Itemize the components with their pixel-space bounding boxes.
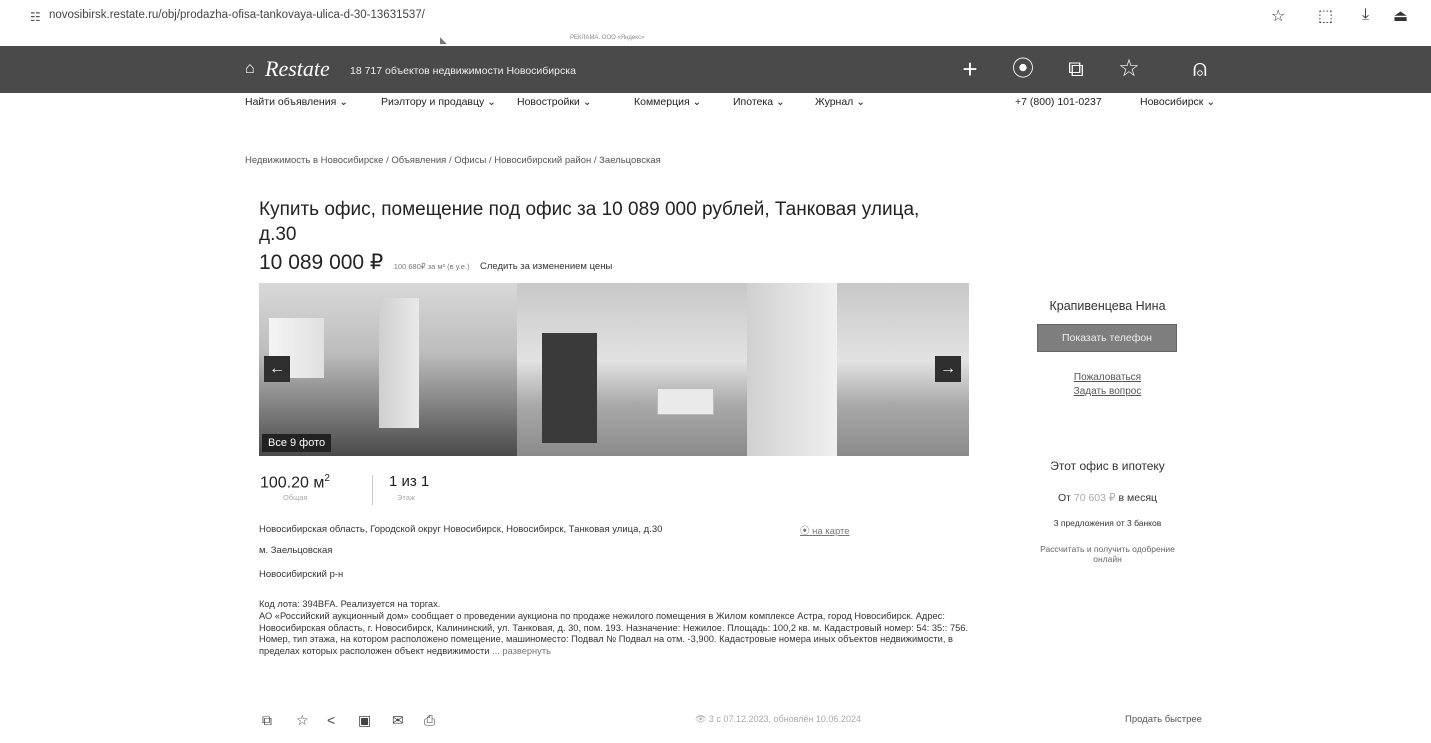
gallery-next-button[interactable]: → [935, 356, 961, 382]
nav-journal[interactable]: Журнал ⌄ [815, 96, 865, 108]
mortgage-payment: От 70 603 ₽ в месяц [1025, 492, 1190, 504]
mail-icon[interactable]: ✉ [392, 712, 404, 729]
photo-gallery[interactable]: ← → [259, 283, 969, 456]
mortgage-title: Этот офис в ипотеку [1050, 459, 1165, 473]
stats-divider [372, 475, 373, 505]
gallery-prev-button[interactable]: ← [264, 356, 290, 382]
site-header: ⌂ Restate 18 717 объектов недвижимости Н… [0, 46, 1431, 93]
arrow-right-icon: → [940, 360, 956, 377]
mortgage-amount: 70 603 ₽ [1073, 492, 1116, 504]
site-info-icon[interactable]: ☷ [30, 10, 41, 24]
browser-url-bar: ☷ novosibirsk.restate.ru/obj/prodazha-of… [0, 0, 1431, 34]
sell-faster-link[interactable]: Продать быстрее [1125, 714, 1202, 725]
area-value: 100.20 м2 [260, 473, 330, 492]
page-title: Купить офис, помещение под офис за 10 08… [259, 199, 920, 245]
map-link[interactable]: ⦿ на карте [800, 523, 850, 537]
mortgage-suffix: в месяц [1118, 492, 1158, 504]
nav-mortgage[interactable]: Ипотека ⌄ [733, 96, 785, 108]
brand-logo[interactable]: Restate [265, 56, 330, 82]
photo-door-shape [542, 333, 597, 443]
gallery-photo[interactable] [259, 283, 517, 456]
breadcrumb[interactable]: Недвижимость в Новосибирске / Объявления… [245, 155, 661, 166]
promo-logo-icon: ◣ [440, 35, 447, 45]
plus-icon[interactable]: + [952, 54, 988, 84]
nav-commercial[interactable]: Коммерция ⌄ [634, 96, 701, 108]
header-tagline: 18 717 объектов недвижимости Новосибирск… [350, 65, 576, 77]
user-icon[interactable]: ⍝ [1182, 54, 1218, 84]
price-row: 10 089 000 ₽ 100 680₽ за м² (в у.е.) Сле… [259, 250, 612, 275]
floor-value: 1 из 1 [389, 473, 430, 490]
pdf-icon[interactable]: ▣ [358, 712, 371, 729]
copy-icon[interactable]: ⧉ [1058, 54, 1094, 84]
gallery-photo[interactable] [517, 283, 969, 456]
area-number: 100.20 м [260, 474, 325, 492]
address: Новосибирская область, Городской округ Н… [259, 524, 663, 535]
promo-text[interactable]: РЕКЛАМА. ООО «Яндекс» [570, 35, 644, 41]
download-icon[interactable]: ⤓ [1362, 6, 1369, 24]
nav-phone[interactable]: +7 (800) 101-0237 [1015, 96, 1102, 108]
copy-icon[interactable]: ⧉ [262, 712, 272, 729]
expand-link[interactable]: ... развернуть [492, 646, 551, 656]
ask-question-link[interactable]: Задать вопрос [1035, 386, 1180, 397]
extensions-icon[interactable]: ⬚ [1318, 6, 1333, 26]
price: 10 089 000 ₽ [259, 251, 384, 274]
mortgage-offers[interactable]: 3 предложения от 3 банков [1015, 518, 1200, 528]
photo-wall-shape [747, 283, 837, 456]
photo-pillar-shape [379, 298, 419, 428]
mortgage-calc-link[interactable]: Рассчитать и получить одобрение онлайн [1030, 544, 1185, 564]
follow-price-link[interactable]: Следить за изменением цены [480, 261, 612, 272]
url-text[interactable]: novosibirsk.restate.ru/obj/prodazha-ofis… [49, 9, 425, 21]
print-icon[interactable]: ⎙ [424, 712, 435, 729]
complain-link[interactable]: Пожаловаться [1035, 372, 1180, 383]
description-text: Код лота: 394BFA. Реализуется на торгах.… [259, 599, 969, 657]
district[interactable]: Новосибирский р-н [259, 569, 343, 580]
area-unit-sup: 2 [324, 473, 330, 484]
floor-label: Этаж [397, 493, 415, 502]
all-photos-button[interactable]: Все 9 фото [262, 434, 332, 452]
nav-city-select[interactable]: Новосибирск ⌄ [1140, 96, 1215, 108]
star-icon[interactable]: ☆ [1111, 54, 1147, 84]
share-icon[interactable]: < [327, 712, 335, 728]
nav-realtor-seller[interactable]: Риэлтору и продавцу ⌄ [381, 96, 496, 108]
house-logo-icon: ⌂ [245, 60, 255, 77]
bookmark-star-icon[interactable]: ☆ [1271, 6, 1285, 26]
nav-new-buildings[interactable]: Новостройки ⌄ [517, 96, 592, 108]
profile-icon[interactable]: ⏏ [1393, 6, 1408, 26]
views-counter: 👁 3 с 07.12.2023, обновлён 10.06.2024 [695, 714, 861, 724]
show-phone-button[interactable]: Показать телефон [1037, 324, 1177, 352]
main-nav: Найти объявления ⌄ Риэлтору и продавцу ⌄… [0, 93, 1431, 115]
promo-strip: ◣ РЕКЛАМА. ООО «Яндекс» [0, 34, 1431, 46]
star-icon[interactable]: ☆ [296, 712, 309, 729]
description: Код лота: 394BFA. Реализуется на торгах.… [259, 599, 979, 658]
metro-station[interactable]: м. Заельцовская [259, 545, 332, 556]
arrow-left-icon: ← [269, 360, 285, 377]
price-per-m2: 100 680₽ за м² (в у.е.) [393, 262, 470, 271]
photo-radiator-shape [657, 388, 714, 415]
nav-find-listings[interactable]: Найти объявления ⌄ [245, 96, 348, 108]
area-label: Общая [283, 493, 308, 502]
agent-name: Крапивенцева Нина [1049, 299, 1166, 313]
mortgage-prefix: От [1057, 492, 1071, 504]
pin-icon[interactable]: ⦿ [1005, 54, 1041, 84]
